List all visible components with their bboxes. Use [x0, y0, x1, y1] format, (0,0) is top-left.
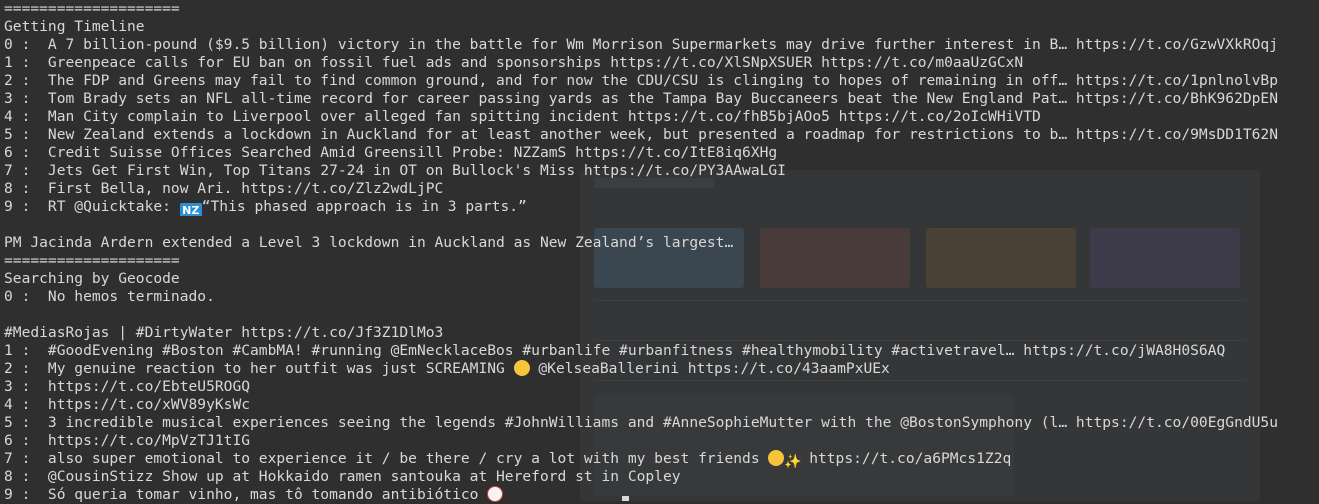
terminal-line: Getting Timeline: [4, 18, 1319, 36]
terminal-line-text: PM Jacinda Ardern extended a Level 3 loc…: [4, 234, 734, 251]
terminal-line-text: 8 : @CousinStizz Show up at Hokkaido ram…: [4, 468, 681, 485]
terminal-line: 9 : RT @Quicktake: NZ “This phased approa…: [4, 198, 1319, 216]
clown-emoji: [487, 486, 504, 502]
terminal-line-text: 8 : First Bella, now Ari. https://t.co/Z…: [4, 180, 444, 197]
terminal-line-text: 2 : The FDP and Greens may fail to find …: [4, 72, 1278, 89]
terminal-line: ====================: [4, 0, 1319, 18]
terminal-line-text: 0 : No hemos terminado.: [4, 288, 215, 305]
terminal-line-text-after: https://t.co/a6PMcs1Z2q: [800, 450, 1012, 467]
terminal-line-text: 7 : also super emotional to experience i…: [4, 450, 769, 467]
terminal-line-text: 3 : Tom Brady sets an NFL all-time recor…: [4, 90, 1278, 107]
terminal-line: 6 : Credit Suisse Offices Searched Amid …: [4, 144, 1319, 162]
flag-nz-icon: NZ: [179, 203, 202, 216]
terminal-line-text: 7 : Jets Get First Win, Top Titans 27-24…: [4, 162, 786, 179]
terminal-line: 4 : https://t.co/xWV89yKsWc: [4, 396, 1319, 414]
terminal-line-text: 1 : #GoodEvening #Boston #CambMA! #runni…: [4, 342, 1226, 359]
terminal-line: 8 : First Bella, now Ari. https://t.co/Z…: [4, 180, 1319, 198]
terminal-line: 7 : Jets Get First Win, Top Titans 27-24…: [4, 162, 1319, 180]
terminal-line: PM Jacinda Ardern extended a Level 3 loc…: [4, 234, 1319, 252]
terminal-line: Searching by Geocode: [4, 270, 1319, 288]
terminal-line-text: 5 : 3 incredible musical experiences see…: [4, 414, 1278, 431]
terminal-line-text: 9 : Só queria tomar vinho, mas tô tomand…: [4, 486, 488, 503]
terminal-line: 3 : https://t.co/EbteU5ROGQ: [4, 378, 1319, 396]
terminal-line-text: ====================: [4, 252, 180, 269]
terminal-line-text-after: “This phased approach is in 3 parts.”: [201, 198, 527, 215]
terminal-line: 2 : My genuine reaction to her outfit wa…: [4, 360, 1319, 378]
terminal-line-text: 2 : My genuine reaction to her outfit wa…: [4, 360, 514, 377]
terminal-line: 0 : A 7 billion-pound ($9.5 billion) vic…: [4, 36, 1319, 54]
terminal-line-text: ====================: [4, 0, 180, 17]
terminal-cursor: [622, 496, 629, 501]
terminal-line-text: 9 : RT @Quicktake:: [4, 198, 180, 215]
terminal-line-text: Searching by Geocode: [4, 270, 180, 287]
terminal-line-text: 6 : https://t.co/MpVzTJ1tIG: [4, 432, 251, 449]
terminal-output[interactable]: ==================== Getting Timeline 0 : …: [4, 0, 1319, 504]
terminal-line: 7 : also super emotional to experience i…: [4, 450, 1319, 468]
terminal-line-text: #MediasRojas | #DirtyWater https://t.co/…: [4, 324, 444, 341]
terminal-line-text: 4 : https://t.co/xWV89yKsWc: [4, 396, 251, 413]
terminal-line-text: 3 : https://t.co/EbteU5ROGQ: [4, 378, 251, 395]
terminal-line-text: 0 : A 7 billion-pound ($9.5 billion) vic…: [4, 36, 1278, 53]
terminal-line: 9 : Só queria tomar vinho, mas tô tomand…: [4, 486, 1319, 504]
terminal-line: #MediasRojas | #DirtyWater https://t.co/…: [4, 324, 1319, 342]
terminal-line: ====================: [4, 252, 1319, 270]
sparkles-emoji: ✨: [784, 454, 802, 468]
terminal-line: 6 : https://t.co/MpVzTJ1tIG: [4, 432, 1319, 450]
terminal-line: 2 : The FDP and Greens may fail to find …: [4, 72, 1319, 90]
terminal-line: 5 : 3 incredible musical experiences see…: [4, 414, 1319, 432]
terminal-line-text: Getting Timeline: [4, 18, 145, 35]
terminal-line: 4 : Man City complain to Liverpool over …: [4, 108, 1319, 126]
terminal-line-text: 4 : Man City complain to Liverpool over …: [4, 108, 1041, 125]
terminal-line-text: 5 : New Zealand extends a lockdown in Au…: [4, 126, 1278, 143]
terminal-line-text-after: @KelseaBallerini https://t.co/43aamPxUEx: [529, 360, 890, 377]
terminal-line: 5 : New Zealand extends a lockdown in Au…: [4, 126, 1319, 144]
laughing-emoji: [513, 360, 530, 376]
terminal-line: 8 : @CousinStizz Show up at Hokkaido ram…: [4, 468, 1319, 486]
terminal-line: 0 : No hemos terminado.: [4, 288, 1319, 306]
terminal-line: 3 : Tom Brady sets an NFL all-time recor…: [4, 90, 1319, 108]
terminal-line-text: 6 : Credit Suisse Offices Searched Amid …: [4, 144, 778, 161]
terminal-line: 1 : #GoodEvening #Boston #CambMA! #runni…: [4, 342, 1319, 360]
terminal-line: 1 : Greenpeace calls for EU ban on fossi…: [4, 54, 1319, 72]
terminal-line-text: 1 : Greenpeace calls for EU ban on fossi…: [4, 54, 1024, 71]
crying-emoji: [768, 450, 785, 466]
